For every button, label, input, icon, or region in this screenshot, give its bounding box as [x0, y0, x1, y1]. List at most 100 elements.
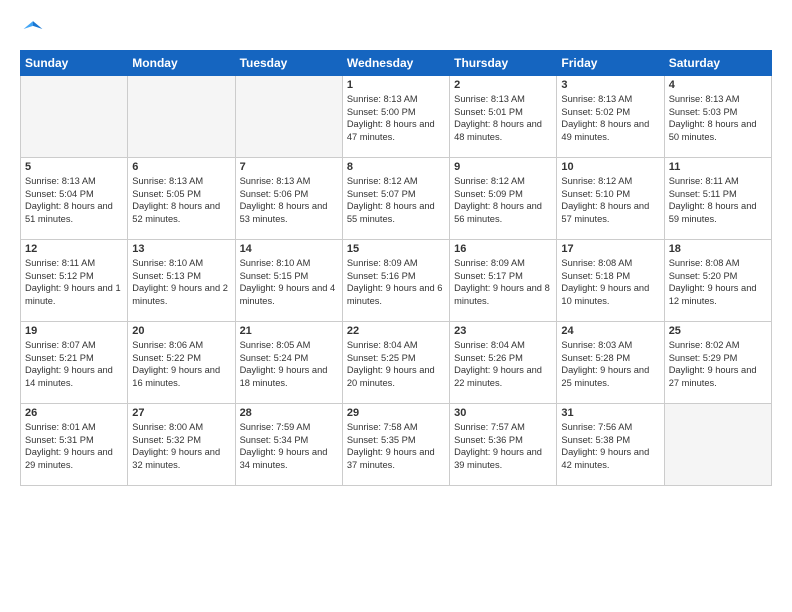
cell-text: Sunrise: 8:10 AMSunset: 5:15 PMDaylight:… [240, 257, 338, 307]
cell-text: Sunrise: 8:00 AMSunset: 5:32 PMDaylight:… [132, 421, 230, 471]
calendar-cell [664, 404, 771, 486]
calendar-cell: 18 Sunrise: 8:08 AMSunset: 5:20 PMDayligh… [664, 240, 771, 322]
calendar-cell: 11Sunrise: 8:11 AMSunset: 5:11 PMDayligh… [664, 158, 771, 240]
cell-text: Sunrise: 8:08 AMSunset: 5:20 PMDaylight:… [669, 257, 767, 307]
calendar-cell: 25Sunrise: 8:02 AMSunset: 5:29 PMDayligh… [664, 322, 771, 404]
calendar-cell: 23 Sunrise: 8:04 AMSunset: 5:26 PMDayligh… [450, 322, 557, 404]
day-number: 11 [669, 161, 767, 173]
day-number: 6 [132, 161, 230, 173]
header [20, 18, 772, 40]
calendar-cell: 29 Sunrise: 7:58 AMSunset: 5:35 PMDayligh… [342, 404, 449, 486]
calendar-cell [235, 76, 342, 158]
cell-text: Sunrise: 8:03 AMSunset: 5:28 PMDaylight:… [561, 339, 659, 389]
calendar-cell: 20 Sunrise: 8:06 AMSunset: 5:22 PMDayligh… [128, 322, 235, 404]
weekday-header-cell: Tuesday [235, 51, 342, 76]
day-number: 7 [240, 161, 338, 173]
calendar-cell: 6 Sunrise: 8:13 AMSunset: 5:05 PMDaylight… [128, 158, 235, 240]
calendar-cell: 9 Sunrise: 8:12 AMSunset: 5:09 PMDaylight… [450, 158, 557, 240]
cell-text: Sunrise: 8:06 AMSunset: 5:22 PMDaylight:… [132, 339, 230, 389]
calendar-cell: 21Sunrise: 8:05 AMSunset: 5:24 PMDayligh… [235, 322, 342, 404]
calendar-cell: 27 Sunrise: 8:00 AMSunset: 5:32 PMDayligh… [128, 404, 235, 486]
day-number: 3 [561, 79, 659, 91]
page: SundayMondayTuesdayWednesdayThursdayFrid… [0, 0, 792, 612]
day-number: 17 [561, 243, 659, 255]
cell-text: Sunrise: 8:11 AMSunset: 5:12 PMDaylight:… [25, 257, 123, 307]
calendar: SundayMondayTuesdayWednesdayThursdayFrid… [20, 50, 772, 486]
cell-text: Sunrise: 8:13 AMSunset: 5:05 PMDaylight:… [132, 175, 230, 225]
cell-text: Sunrise: 8:09 AMSunset: 5:16 PMDaylight:… [347, 257, 445, 307]
calendar-cell [21, 76, 128, 158]
cell-text: Sunrise: 8:13 AMSunset: 5:01 PMDaylight:… [454, 93, 552, 143]
day-number: 29 [347, 407, 445, 419]
cell-text: Sunrise: 8:12 AMSunset: 5:09 PMDaylight:… [454, 175, 552, 225]
day-number: 20 [132, 325, 230, 337]
day-number: 22 [347, 325, 445, 337]
cell-text: Sunrise: 8:04 AMSunset: 5:26 PMDaylight:… [454, 339, 552, 389]
day-number: 9 [454, 161, 552, 173]
day-number: 12 [25, 243, 123, 255]
cell-text: Sunrise: 8:08 AMSunset: 5:18 PMDaylight:… [561, 257, 659, 307]
day-number: 23 [454, 325, 552, 337]
day-number: 15 [347, 243, 445, 255]
day-number: 13 [132, 243, 230, 255]
calendar-week-row: 26 Sunrise: 8:01 AMSunset: 5:31 PMDayligh… [21, 404, 772, 486]
cell-text: Sunrise: 8:12 AMSunset: 5:10 PMDaylight:… [561, 175, 659, 225]
cell-text: Sunrise: 8:13 AMSunset: 5:02 PMDaylight:… [561, 93, 659, 143]
cell-text: Sunrise: 8:13 AMSunset: 5:04 PMDaylight:… [25, 175, 123, 225]
weekday-header-cell: Monday [128, 51, 235, 76]
day-number: 28 [240, 407, 338, 419]
logo [20, 18, 44, 40]
cell-text: Sunrise: 8:07 AMSunset: 5:21 PMDaylight:… [25, 339, 123, 389]
day-number: 24 [561, 325, 659, 337]
cell-text: Sunrise: 8:09 AMSunset: 5:17 PMDaylight:… [454, 257, 552, 307]
calendar-cell: 3 Sunrise: 8:13 AMSunset: 5:02 PMDaylight… [557, 76, 664, 158]
cell-text: Sunrise: 8:10 AMSunset: 5:13 PMDaylight:… [132, 257, 230, 307]
cell-text: Sunrise: 8:01 AMSunset: 5:31 PMDaylight:… [25, 421, 123, 471]
cell-text: Sunrise: 8:13 AMSunset: 5:03 PMDaylight:… [669, 93, 767, 143]
calendar-cell: 12 Sunrise: 8:11 AMSunset: 5:12 PMDayligh… [21, 240, 128, 322]
day-number: 14 [240, 243, 338, 255]
cell-text: Sunrise: 7:57 AMSunset: 5:36 PMDaylight:… [454, 421, 552, 471]
calendar-week-row: 1 Sunrise: 8:13 AMSunset: 5:00 PMDaylight… [21, 76, 772, 158]
calendar-cell: 5Sunrise: 8:13 AMSunset: 5:04 PMDaylight… [21, 158, 128, 240]
day-number: 21 [240, 325, 338, 337]
cell-text: Sunrise: 7:59 AMSunset: 5:34 PMDaylight:… [240, 421, 338, 471]
weekday-header-row: SundayMondayTuesdayWednesdayThursdayFrid… [21, 51, 772, 76]
calendar-cell: 16 Sunrise: 8:09 AMSunset: 5:17 PMDayligh… [450, 240, 557, 322]
day-number: 4 [669, 79, 767, 91]
day-number: 26 [25, 407, 123, 419]
calendar-cell: 30 Sunrise: 7:57 AMSunset: 5:36 PMDayligh… [450, 404, 557, 486]
cell-text: Sunrise: 7:56 AMSunset: 5:38 PMDaylight:… [561, 421, 659, 471]
calendar-cell: 8 Sunrise: 8:12 AMSunset: 5:07 PMDaylight… [342, 158, 449, 240]
calendar-cell: 28 Sunrise: 7:59 AMSunset: 5:34 PMDayligh… [235, 404, 342, 486]
day-number: 8 [347, 161, 445, 173]
calendar-cell: 24 Sunrise: 8:03 AMSunset: 5:28 PMDayligh… [557, 322, 664, 404]
calendar-cell: 22 Sunrise: 8:04 AMSunset: 5:25 PMDayligh… [342, 322, 449, 404]
cell-text: Sunrise: 8:13 AMSunset: 5:00 PMDaylight:… [347, 93, 445, 143]
weekday-header-cell: Saturday [664, 51, 771, 76]
calendar-cell: 1 Sunrise: 8:13 AMSunset: 5:00 PMDaylight… [342, 76, 449, 158]
calendar-cell: 15 Sunrise: 8:09 AMSunset: 5:16 PMDayligh… [342, 240, 449, 322]
weekday-header-cell: Sunday [21, 51, 128, 76]
day-number: 25 [669, 325, 767, 337]
calendar-week-row: 5Sunrise: 8:13 AMSunset: 5:04 PMDaylight… [21, 158, 772, 240]
cell-text: Sunrise: 8:12 AMSunset: 5:07 PMDaylight:… [347, 175, 445, 225]
day-number: 18 [669, 243, 767, 255]
calendar-cell: 2 Sunrise: 8:13 AMSunset: 5:01 PMDaylight… [450, 76, 557, 158]
calendar-cell: 31Sunrise: 7:56 AMSunset: 5:38 PMDayligh… [557, 404, 664, 486]
day-number: 1 [347, 79, 445, 91]
calendar-cell [128, 76, 235, 158]
day-number: 16 [454, 243, 552, 255]
calendar-cell: 17 Sunrise: 8:08 AMSunset: 5:18 PMDayligh… [557, 240, 664, 322]
calendar-body: 1 Sunrise: 8:13 AMSunset: 5:00 PMDaylight… [21, 76, 772, 486]
logo-bird-icon [22, 18, 44, 40]
weekday-header-cell: Thursday [450, 51, 557, 76]
day-number: 2 [454, 79, 552, 91]
calendar-cell: 19Sunrise: 8:07 AMSunset: 5:21 PMDayligh… [21, 322, 128, 404]
day-number: 27 [132, 407, 230, 419]
cell-text: Sunrise: 7:58 AMSunset: 5:35 PMDaylight:… [347, 421, 445, 471]
calendar-week-row: 19Sunrise: 8:07 AMSunset: 5:21 PMDayligh… [21, 322, 772, 404]
calendar-cell: 26 Sunrise: 8:01 AMSunset: 5:31 PMDayligh… [21, 404, 128, 486]
day-number: 30 [454, 407, 552, 419]
cell-text: Sunrise: 8:04 AMSunset: 5:25 PMDaylight:… [347, 339, 445, 389]
